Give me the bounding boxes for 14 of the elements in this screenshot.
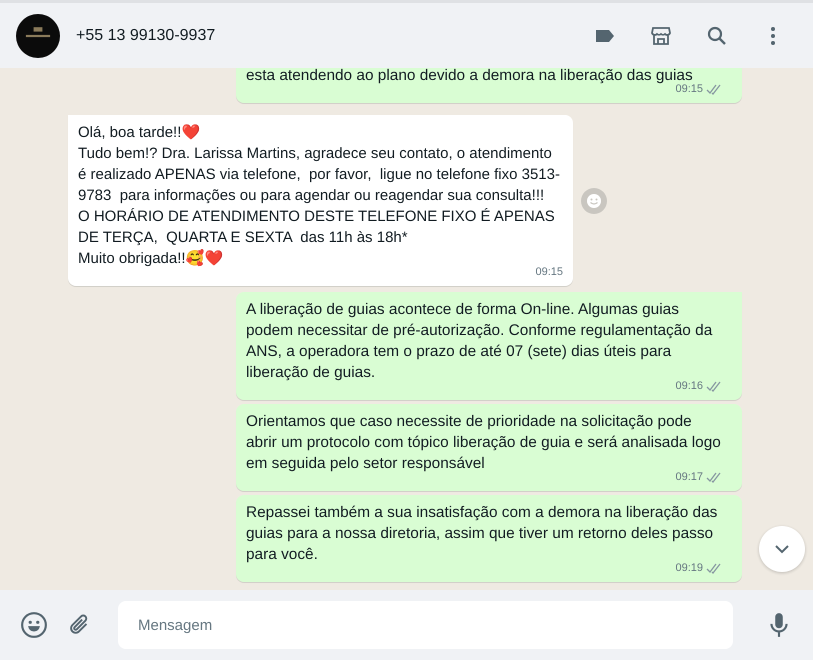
message-time: 09:19 [675,561,703,576]
message-text: Olá, boa tarde!!❤ Tudo bem!? Dra. Larissa Martins, agradece seu contato, o atendimento é realizado APENAS via telefone, por favor, ligue no telefone fixo 3513-9783 para informações ou para agendar ou reagendar sua consulta!!! O HORÁRIO DE ATENDIMENTO DESTE TELEFONE FIXO É APENAS DE TERÇA, QUARTA E SEXTA das 11h às 18h* Muito obrigada!!🥰❤ [78,123,561,267]
message-time: 09:17 [675,470,703,485]
avatar-icon[interactable] [16,14,60,58]
message-text: A liberação de guias acontece de forma On-line. Algumas guias podem necessitar de pré-autorização. Conforme regulamentação da ANS, a operadora tem o prazo de até 07 (sete) dias úteis para liberação de guias. [246,300,714,381]
contact-name[interactable]: +55 13 99130-9937 [76,26,216,44]
message-text: Repassei também a sua insatisfação com a demora na liberação das guias para a nossa diretoria, assim que tiver um retorno deles passo para você. [246,503,718,563]
message-time: 09:16 [675,379,703,394]
message-input[interactable]: Mensagem [118,601,733,649]
message-text: esta atendendo ao plano devido a demora na liberação das guias [246,68,694,84]
message-text: Orientamos que caso necessite de prioridade na solicitação pode abrir um protocolo com tópico liberação de guia e será analisada logo em seguida pelo setor responsável [246,412,722,472]
message-time: 09:15 [535,265,563,280]
emoji-icon[interactable] [20,611,48,639]
message-time: 09:15 [675,83,703,97]
